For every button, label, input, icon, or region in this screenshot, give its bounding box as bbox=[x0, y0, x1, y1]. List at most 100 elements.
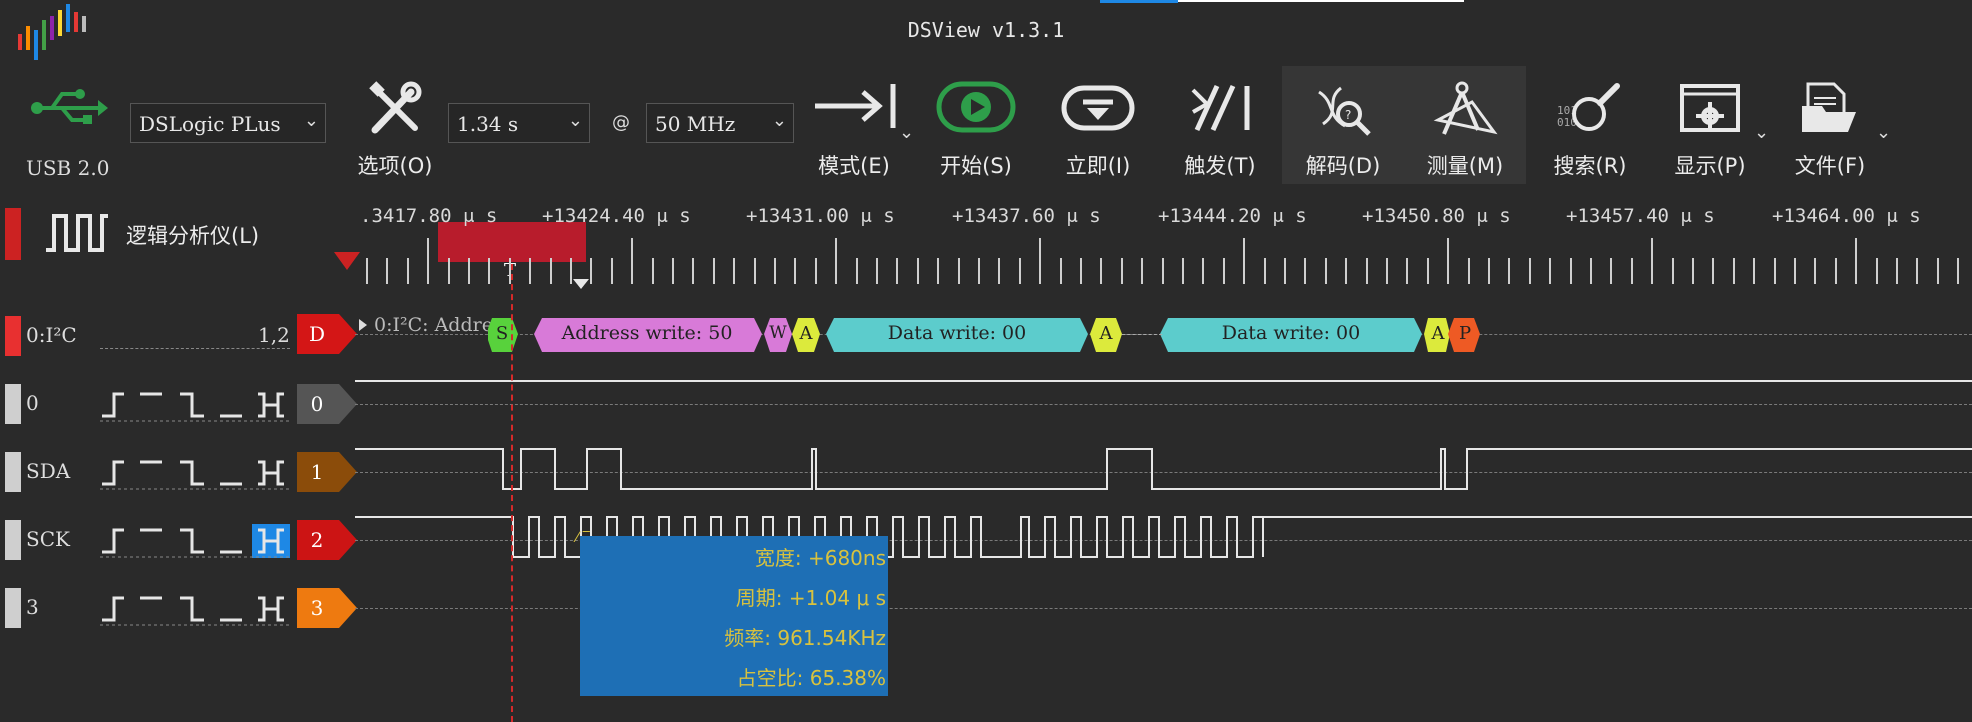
measurement-popup: 宽度: +680ns 周期: +1.04 μ s 频率: 961.54KHz 占… bbox=[580, 536, 888, 696]
decoder-tag[interactable]: D bbox=[297, 314, 357, 354]
channel-index: 1 bbox=[310, 460, 324, 484]
decode-data-segment: Data write: 00 bbox=[887, 322, 1027, 344]
instant-label: 立即(I) bbox=[1065, 154, 1131, 178]
dna-search-icon: ? bbox=[1311, 80, 1375, 144]
channel-color-bar[interactable] bbox=[5, 384, 21, 424]
display-settings-icon bbox=[1678, 80, 1742, 140]
trigger-region-marker bbox=[438, 222, 586, 262]
duration-select[interactable]: 1.34 s ⌄ bbox=[448, 103, 590, 143]
start-button[interactable]: 开始(S) bbox=[926, 74, 1026, 186]
sample-rate-value: 50 MHz bbox=[655, 112, 736, 136]
channel-color-bar[interactable] bbox=[5, 452, 21, 492]
decode-gap-line bbox=[1122, 334, 1162, 335]
start-label: 开始(S) bbox=[940, 154, 1012, 178]
ruler-tick bbox=[1264, 258, 1266, 284]
ruler-tick bbox=[1141, 258, 1143, 284]
mode-button[interactable]: 模式(E) bbox=[806, 74, 902, 186]
ruler-tick bbox=[1651, 238, 1653, 284]
ruler-tick bbox=[1121, 258, 1123, 284]
ruler-tick bbox=[1345, 258, 1347, 284]
file-dropdown-chevron-icon[interactable]: ⌄ bbox=[1876, 122, 1891, 143]
instant-button[interactable]: 立即(I) bbox=[1048, 74, 1148, 186]
ruler-tick bbox=[590, 258, 592, 284]
ruler-tick bbox=[1529, 258, 1531, 284]
ruler-tick bbox=[815, 258, 817, 284]
channel-tag[interactable]: 2 bbox=[297, 520, 357, 560]
chevron-down-icon: ⌄ bbox=[771, 110, 787, 131]
ruler-tick bbox=[1080, 258, 1082, 284]
ruler-tick bbox=[1814, 258, 1816, 284]
channel-tag[interactable]: 1 bbox=[297, 452, 357, 492]
ruler-tick bbox=[1733, 258, 1735, 284]
trigger-icon bbox=[1187, 80, 1253, 140]
file-button[interactable]: 文件(F) bbox=[1780, 74, 1880, 186]
ruler-tick bbox=[1060, 258, 1062, 284]
decoder-color-bar[interactable] bbox=[5, 316, 21, 356]
square-wave-icon bbox=[44, 210, 110, 258]
ruler-tick bbox=[1916, 258, 1918, 284]
channel-name: SDA bbox=[26, 459, 71, 483]
trigger-cursor-line[interactable] bbox=[511, 264, 513, 722]
ruler-tick bbox=[550, 258, 552, 284]
options-button[interactable]: 选项(O) bbox=[340, 74, 450, 186]
channel-tag[interactable]: 0 bbox=[297, 384, 357, 424]
decode-button[interactable]: ? 解码(D) bbox=[1288, 74, 1398, 186]
mode-dropdown-chevron-icon[interactable]: ⌄ bbox=[899, 122, 914, 143]
decode-stop-segment: P bbox=[1458, 323, 1472, 344]
display-button[interactable]: 显示(P) bbox=[1660, 74, 1760, 186]
decode-label: 解码(D) bbox=[1305, 154, 1381, 178]
decoder-underline bbox=[100, 348, 290, 349]
ruler-tick bbox=[1712, 258, 1714, 284]
ruler-tick bbox=[570, 258, 572, 284]
ruler-tick bbox=[835, 238, 837, 284]
ruler-tick bbox=[1488, 258, 1490, 284]
ruler-tick bbox=[794, 258, 796, 284]
ruler-tick bbox=[1447, 238, 1449, 284]
ruler-tick bbox=[1896, 258, 1898, 284]
ruler-tick bbox=[1672, 258, 1674, 284]
cursor-marker-icon[interactable] bbox=[573, 274, 589, 293]
channel-index: 3 bbox=[310, 596, 324, 620]
channel-color-bar[interactable] bbox=[5, 588, 21, 628]
ruler-tick bbox=[1570, 258, 1572, 284]
measure-frequency: 频率: 961.54KHz bbox=[724, 626, 886, 650]
play-icon bbox=[936, 80, 1016, 140]
ruler-tick bbox=[1039, 238, 1041, 284]
time-label: +13450.80 μ s bbox=[1362, 205, 1511, 227]
ruler-tick bbox=[1753, 258, 1755, 284]
ruler-tick bbox=[896, 258, 898, 284]
ruler-tick bbox=[488, 258, 490, 284]
decoder-channels: 1,2 bbox=[258, 323, 290, 347]
ruler-tick bbox=[1835, 258, 1837, 284]
ruler-tick bbox=[958, 258, 960, 284]
ruler-tick bbox=[1202, 258, 1204, 284]
channel-color-bar[interactable] bbox=[5, 520, 21, 560]
analyzer-label[interactable]: 逻辑分析仪(L) bbox=[126, 220, 259, 250]
channel-trigger-options bbox=[100, 522, 290, 558]
left-edge-marker-icon bbox=[334, 252, 360, 274]
channel-tag[interactable]: 3 bbox=[297, 588, 357, 628]
decode-ack-segment: A bbox=[1431, 323, 1445, 344]
ruler-tick bbox=[652, 258, 654, 284]
search-button[interactable]: 101 010 搜索(R) bbox=[1538, 74, 1642, 186]
ruler-tick bbox=[366, 258, 368, 284]
display-dropdown-chevron-icon[interactable]: ⌄ bbox=[1754, 122, 1769, 143]
trigger-button[interactable]: 触发(T) bbox=[1170, 74, 1270, 186]
ruler-tick bbox=[1957, 258, 1959, 284]
compass-ruler-icon bbox=[1432, 80, 1498, 144]
channel-index: 0 bbox=[310, 392, 324, 416]
ruler-tick bbox=[876, 258, 878, 284]
mode-label: 模式(E) bbox=[818, 154, 890, 178]
time-label: +13464.00 μ s bbox=[1772, 205, 1921, 227]
file-label: 文件(F) bbox=[1794, 154, 1866, 178]
ruler-tick bbox=[1876, 258, 1878, 284]
ruler-tick bbox=[1937, 258, 1939, 284]
measure-width: 宽度: +680ns bbox=[754, 546, 886, 570]
ruler-tick bbox=[1692, 258, 1694, 284]
ruler-tick bbox=[998, 258, 1000, 284]
channel-name: 0 bbox=[26, 391, 39, 415]
sample-rate-select[interactable]: 50 MHz ⌄ bbox=[646, 103, 794, 143]
device-select[interactable]: DSLogic PLus ⌄ bbox=[130, 103, 326, 143]
measure-button[interactable]: 测量(M) bbox=[1406, 74, 1524, 186]
ruler-tick bbox=[1468, 258, 1470, 284]
